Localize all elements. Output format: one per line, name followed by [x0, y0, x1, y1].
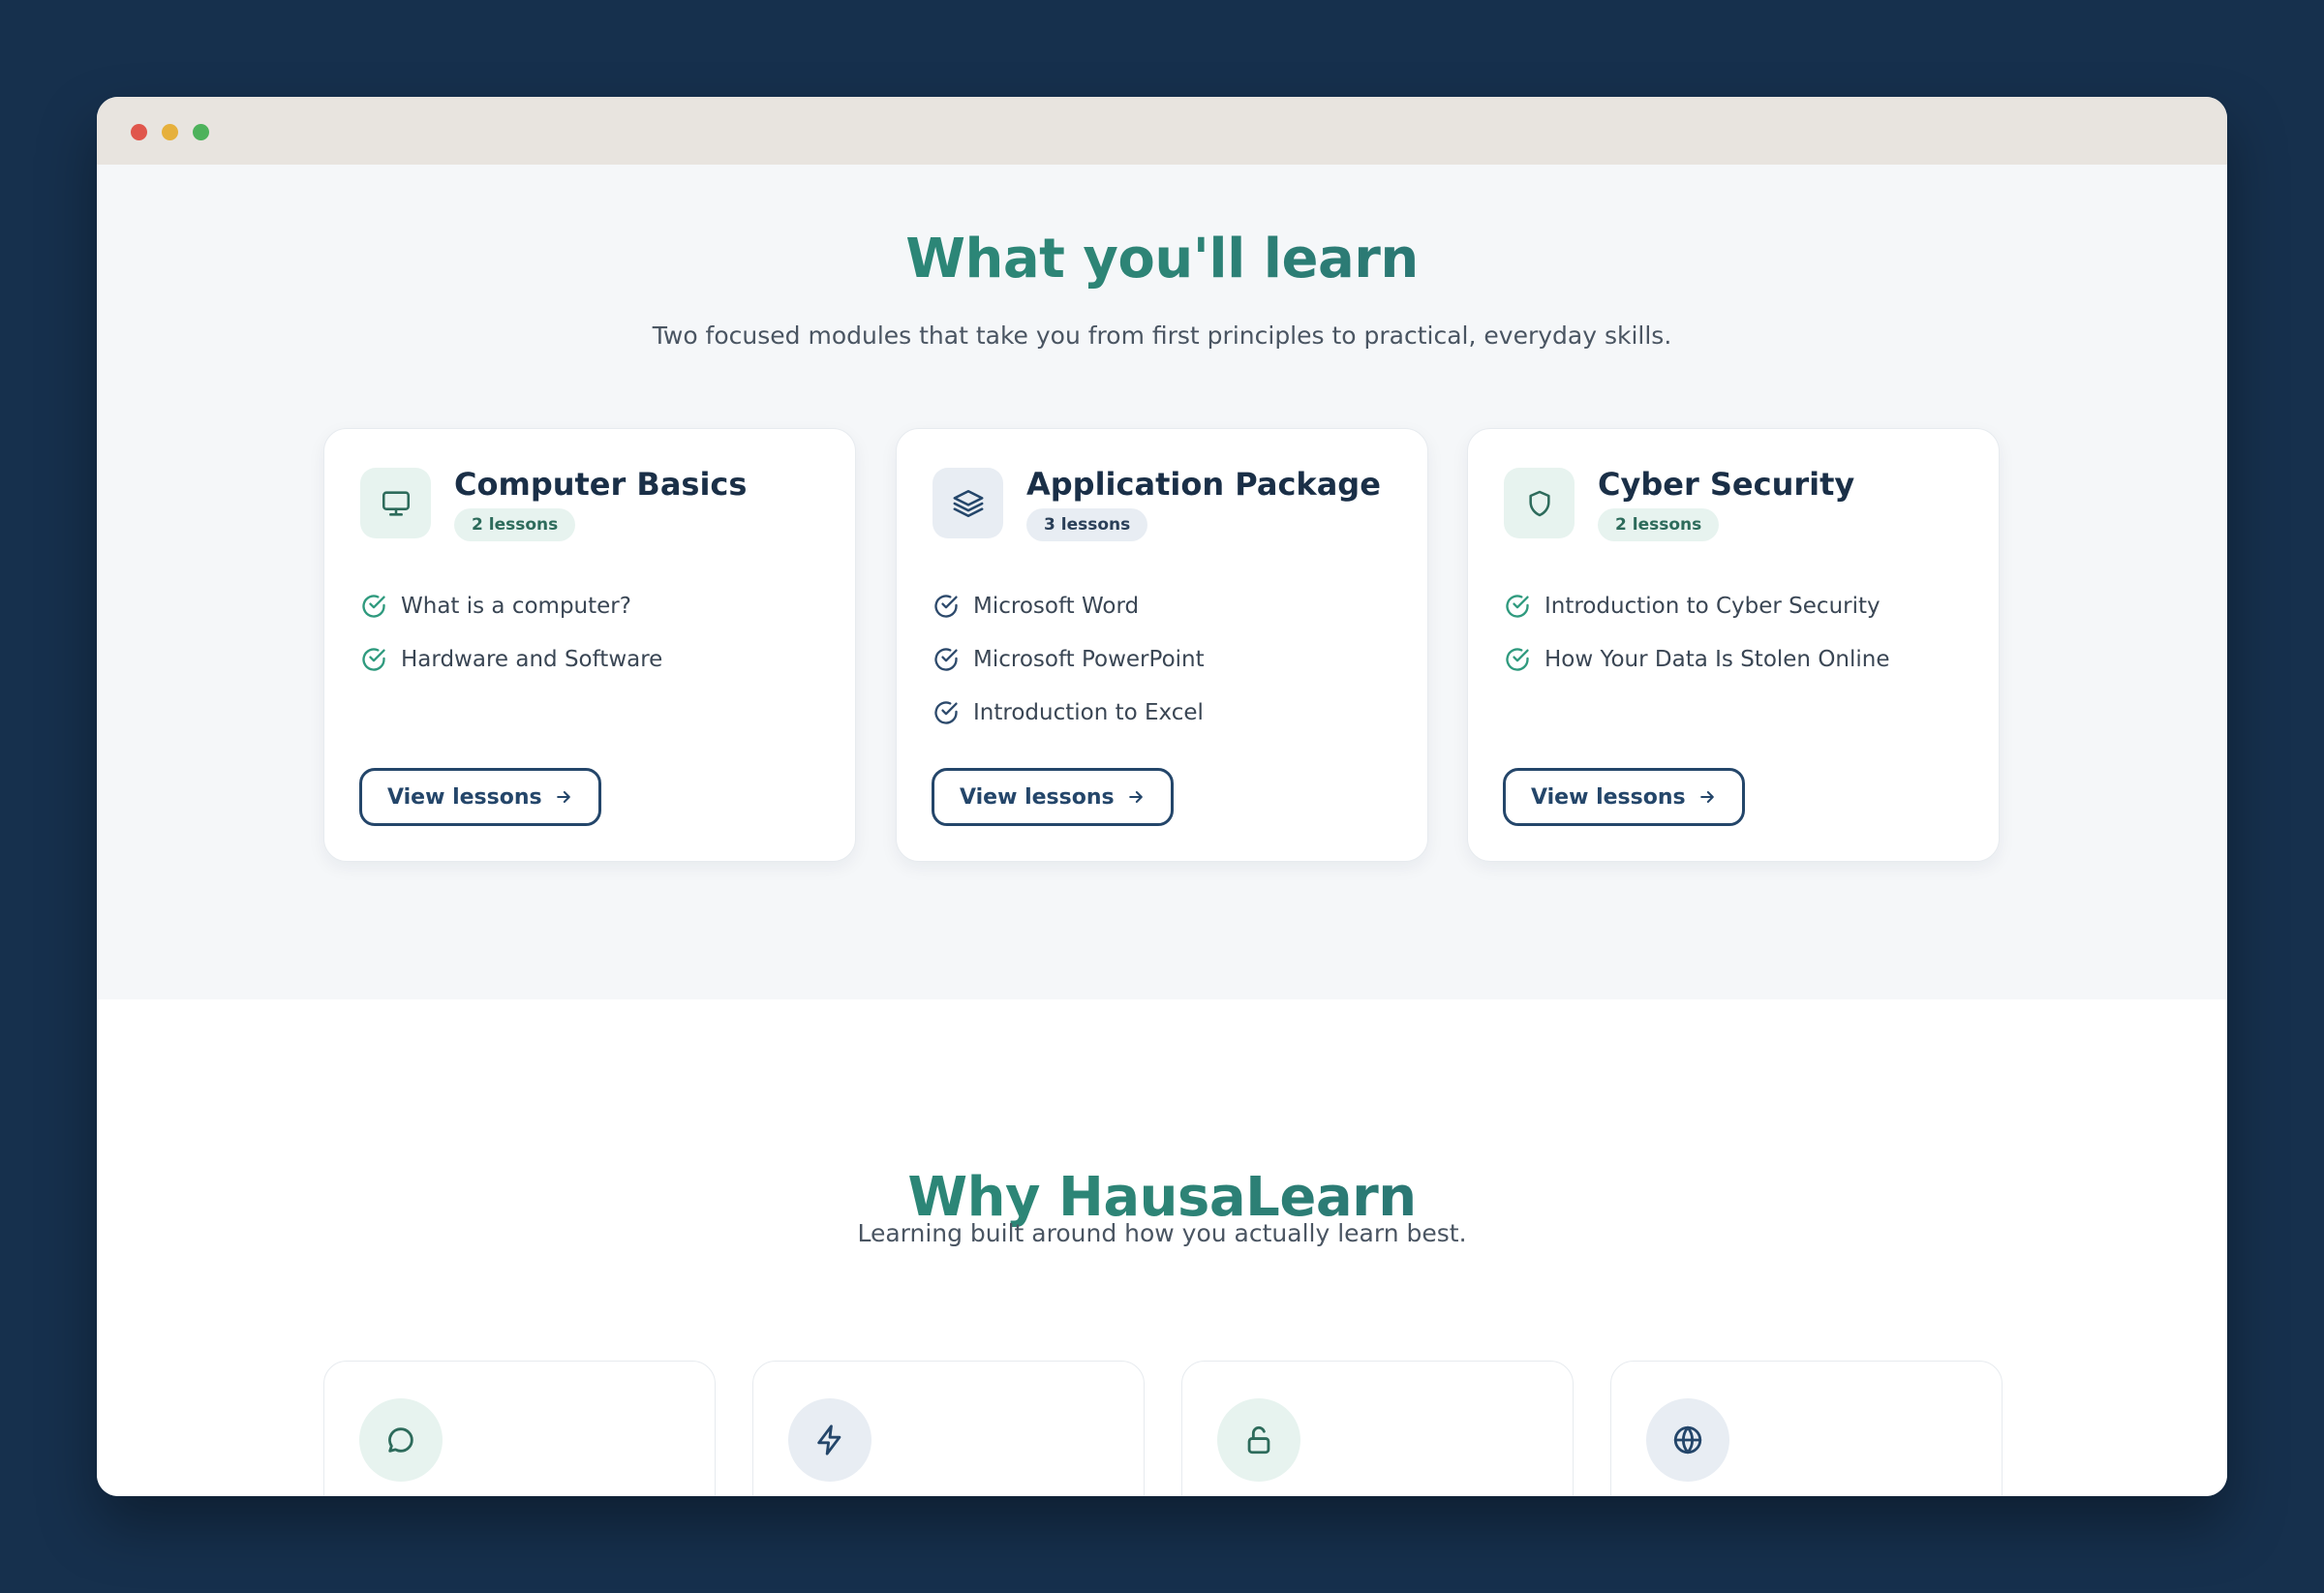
- layers-icon: [933, 468, 1003, 538]
- lesson-item: Introduction to Excel: [933, 686, 1205, 739]
- chat-bubble-icon: [359, 1398, 443, 1482]
- monitor-icon: [360, 468, 431, 538]
- learn-section-subtitle: Two focused modules that take you from f…: [652, 322, 1672, 350]
- window-titlebar: [97, 97, 2227, 165]
- lesson-list: Microsoft Word Microsoft PowerPoint Intr…: [933, 579, 1205, 739]
- lesson-label: Introduction to Cyber Security: [1544, 593, 1881, 619]
- module-title: Computer Basics: [454, 466, 748, 503]
- shield-icon: [1504, 468, 1575, 538]
- check-circle-icon: [362, 647, 385, 671]
- lesson-item: What is a computer?: [360, 579, 662, 632]
- lightning-icon: [788, 1398, 872, 1482]
- view-lessons-button[interactable]: View lessons: [1503, 768, 1745, 826]
- check-circle-icon: [934, 647, 958, 671]
- module-title: Cyber Security: [1598, 466, 1855, 503]
- lesson-list: What is a computer? Hardware and Softwar…: [360, 579, 662, 686]
- check-circle-icon: [362, 594, 385, 618]
- lesson-item: Introduction to Cyber Security: [1504, 579, 1890, 632]
- close-window-dot[interactable]: [131, 124, 147, 140]
- lesson-count-badge: 3 lessons: [1026, 508, 1148, 541]
- button-label: View lessons: [960, 784, 1115, 810]
- what-youll-learn-section: What you'll learn Two focused modules th…: [97, 165, 2227, 999]
- lesson-label: Microsoft Word: [973, 593, 1140, 619]
- arrow-right-icon: [1699, 791, 1714, 803]
- lesson-list: Introduction to Cyber Security How Your …: [1504, 579, 1890, 686]
- check-circle-icon: [934, 594, 958, 618]
- maximize-window-dot[interactable]: [193, 124, 209, 140]
- lesson-label: Hardware and Software: [401, 646, 663, 672]
- learn-section-title: What you'll learn: [97, 228, 2227, 291]
- feature-card: [1181, 1361, 1574, 1496]
- lesson-count-badge: 2 lessons: [454, 508, 576, 541]
- lesson-label: Microsoft PowerPoint: [973, 646, 1205, 672]
- lesson-label: How Your Data Is Stolen Online: [1544, 646, 1890, 672]
- why-section-subtitle: Learning built around how you actually l…: [857, 1219, 1467, 1247]
- lesson-label: What is a computer?: [401, 593, 631, 619]
- lesson-item: Hardware and Software: [360, 632, 662, 686]
- lesson-item: Microsoft PowerPoint: [933, 632, 1205, 686]
- view-lessons-button[interactable]: View lessons: [359, 768, 601, 826]
- unlock-icon: [1217, 1398, 1300, 1482]
- button-label: View lessons: [1531, 784, 1686, 810]
- arrow-right-icon: [556, 791, 570, 803]
- view-lessons-button[interactable]: View lessons: [932, 768, 1174, 826]
- lesson-label: Introduction to Excel: [973, 699, 1204, 725]
- lesson-count-badge: 2 lessons: [1598, 508, 1720, 541]
- feature-card: [752, 1361, 1145, 1496]
- module-card-application-package: Application Package 3 lessons Microsoft …: [896, 428, 1428, 862]
- lesson-item: How Your Data Is Stolen Online: [1504, 632, 1890, 686]
- module-title: Application Package: [1026, 466, 1381, 503]
- check-circle-icon: [1506, 647, 1529, 671]
- module-card-computer-basics: Computer Basics 2 lessons What is a comp…: [323, 428, 856, 862]
- browser-window: What you'll learn Two focused modules th…: [97, 97, 2227, 1496]
- check-circle-icon: [1506, 594, 1529, 618]
- module-card-cyber-security: Cyber Security 2 lessons Introduction to…: [1467, 428, 2000, 862]
- minimize-window-dot[interactable]: [162, 124, 178, 140]
- button-label: View lessons: [387, 784, 542, 810]
- lesson-item: Microsoft Word: [933, 579, 1205, 632]
- feature-card: [1610, 1361, 2003, 1496]
- globe-icon: [1646, 1398, 1729, 1482]
- check-circle-icon: [934, 700, 958, 724]
- feature-card: [323, 1361, 716, 1496]
- arrow-right-icon: [1128, 791, 1143, 803]
